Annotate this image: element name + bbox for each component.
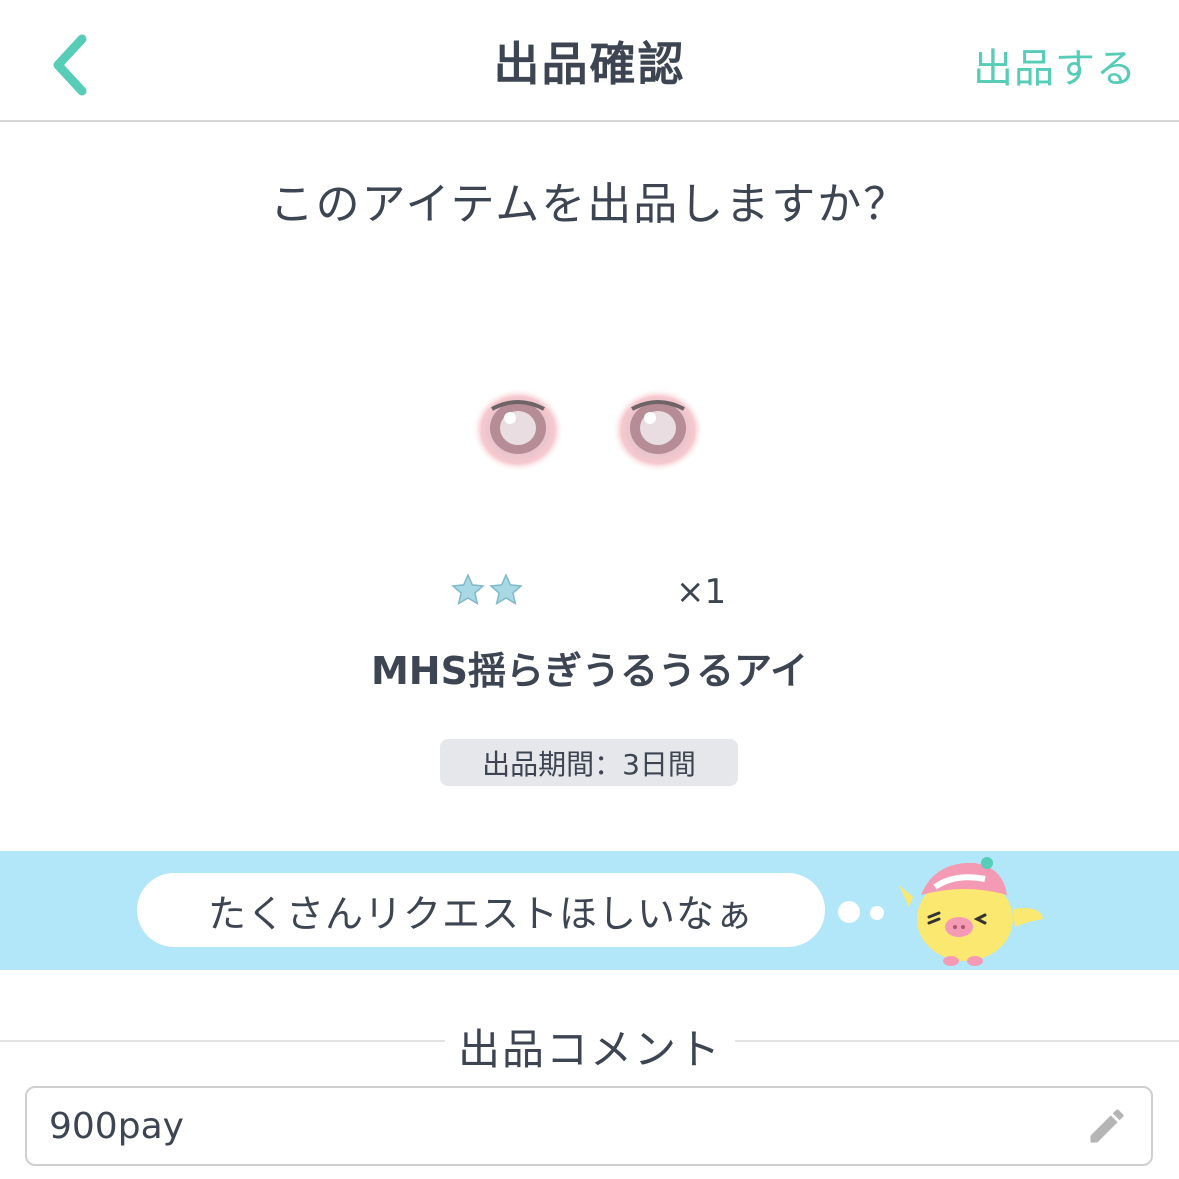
header-bar: 出品確認 出品する (0, 0, 1179, 122)
rarity-stars (450, 572, 530, 612)
divider (0, 1040, 445, 1042)
divider (735, 1040, 1179, 1042)
pencil-icon[interactable] (1085, 1104, 1129, 1148)
thought-dot (838, 901, 860, 923)
thought-dot (870, 906, 884, 920)
request-banner: たくさんリクエストほしいなぁ (0, 851, 1179, 970)
item-name: MHS揺らぎうるうるアイ (370, 649, 809, 693)
item-quantity: ×1 (676, 572, 727, 612)
comment-value[interactable]: 900pay (49, 1106, 1085, 1147)
star-icon (451, 573, 485, 606)
star-icon (489, 573, 523, 606)
mascot-bird-icon (899, 857, 1043, 966)
confirm-question: このアイテムを出品しますか？ (269, 179, 910, 230)
comment-label: 出品コメント (457, 1025, 722, 1074)
speech-bubble: たくさんリクエストほしいなぁ (137, 873, 825, 947)
item-image (472, 388, 704, 472)
submit-listing-button[interactable]: 出品する (973, 36, 1137, 94)
listing-period-badge: 出品期間：3日間 (440, 739, 738, 786)
comment-section-header: 出品コメント (0, 1010, 1179, 1074)
comment-input[interactable]: 900pay (25, 1086, 1153, 1166)
